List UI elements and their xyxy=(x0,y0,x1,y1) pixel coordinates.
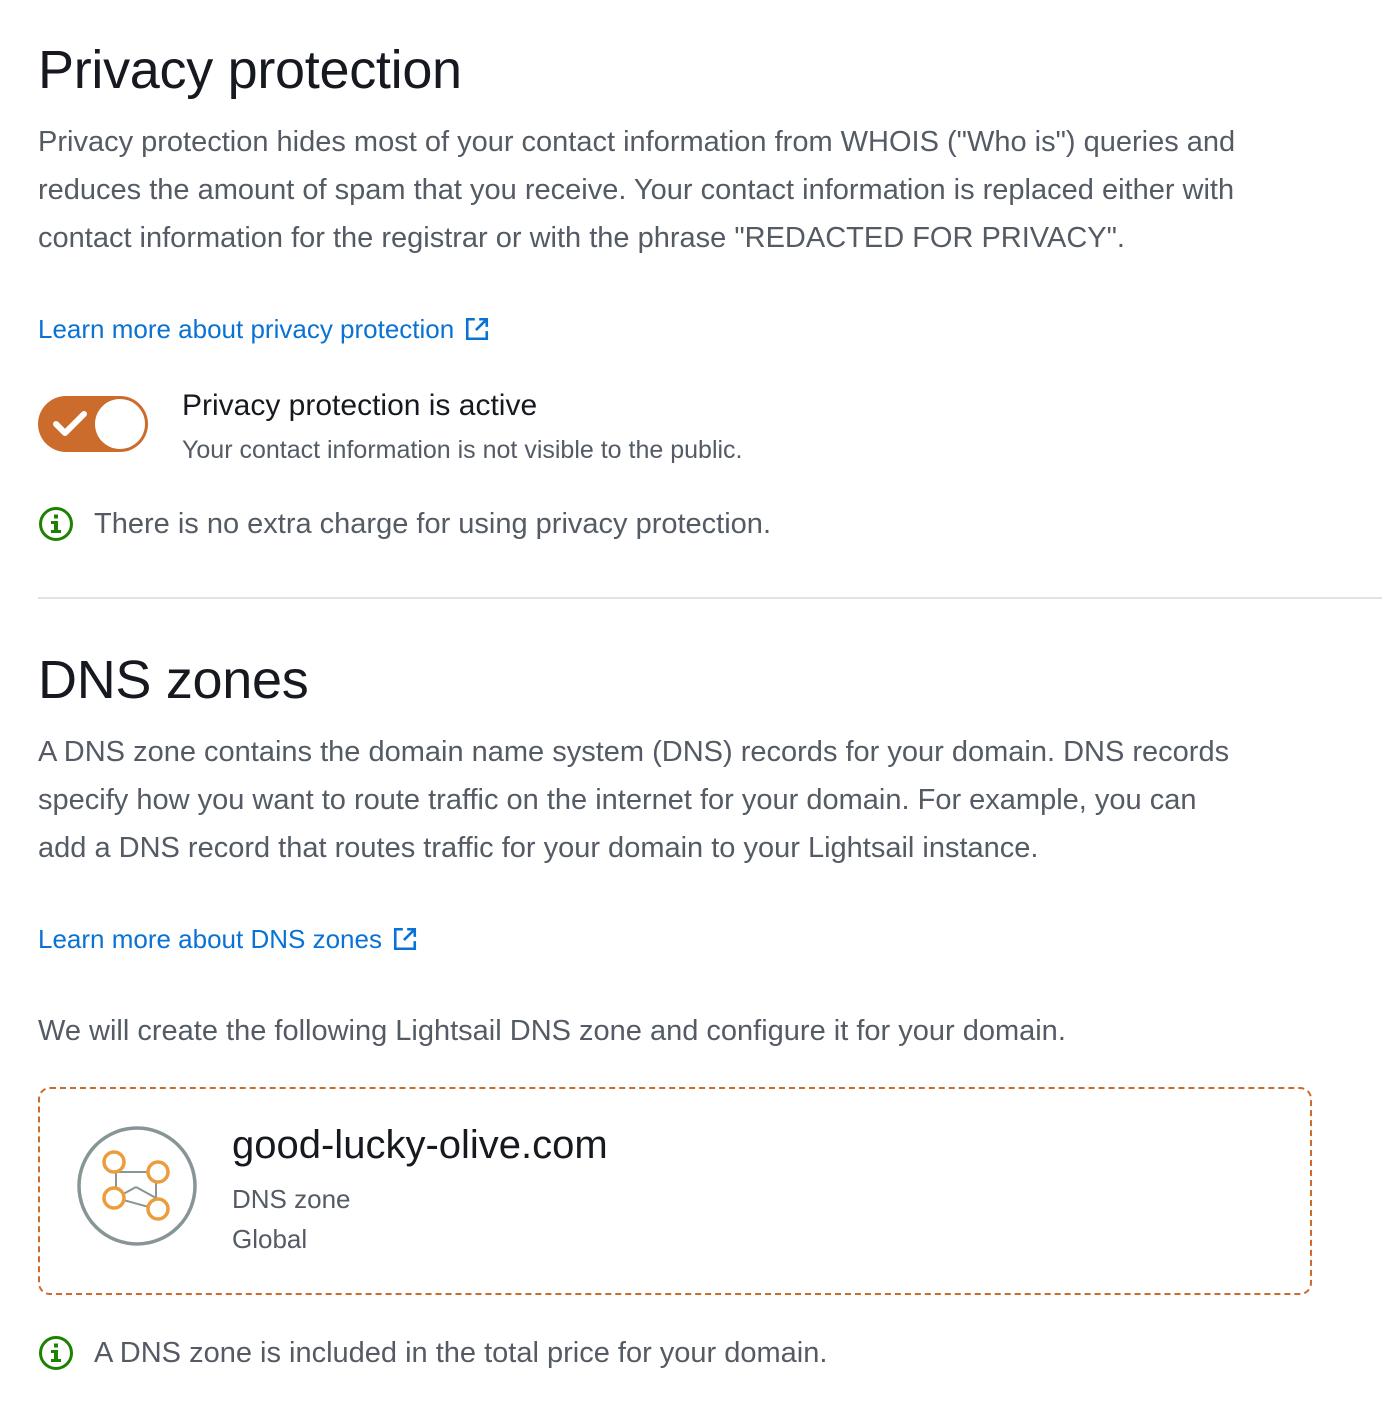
dns-zone-name: good-lucky-olive.com xyxy=(232,1123,608,1167)
privacy-section-title: Privacy protection xyxy=(38,40,462,100)
dns-zone-region: Global xyxy=(232,1224,308,1254)
dns-zone-icon xyxy=(77,1126,197,1246)
privacy-description: Privacy protection hides most of your co… xyxy=(38,126,1236,254)
dns-zone-details: good-lucky-olive.com DNS zone Global xyxy=(232,1119,608,1259)
dns-create-note: We will create the following Lightsail D… xyxy=(38,1015,1066,1047)
dns-section-title: DNS zones xyxy=(38,650,309,710)
dns-zone-card: good-lucky-olive.com DNS zone Global xyxy=(38,1087,1312,1295)
dns-learn-more-label: Learn more about DNS zones xyxy=(38,924,382,954)
privacy-learn-more-link[interactable]: Learn more about privacy protection xyxy=(38,311,490,347)
dns-learn-more-link[interactable]: Learn more about DNS zones xyxy=(38,921,418,957)
privacy-toggle-text: Privacy protection is active Your contac… xyxy=(182,386,743,468)
dns-zone-type: DNS zone xyxy=(232,1184,351,1214)
privacy-info-note: There is no extra charge for using priva… xyxy=(38,506,771,542)
info-icon xyxy=(39,507,73,541)
privacy-toggle-sublabel: Your contact information is not visible … xyxy=(182,436,743,464)
checkmark-icon xyxy=(53,411,87,436)
privacy-info-text: There is no extra charge for using priva… xyxy=(94,507,771,540)
section-divider xyxy=(38,597,1382,599)
privacy-toggle-label: Privacy protection is active xyxy=(182,389,538,422)
dns-description: A DNS zone contains the domain name syst… xyxy=(38,736,1230,864)
dns-info-text: A DNS zone is included in the total pric… xyxy=(94,1336,828,1369)
dns-info-note: A DNS zone is included in the total pric… xyxy=(38,1335,827,1371)
privacy-toggle-row: Privacy protection is active Your contac… xyxy=(38,386,743,468)
external-link-icon xyxy=(466,317,489,341)
privacy-toggle[interactable] xyxy=(38,396,148,452)
toggle-knob xyxy=(95,399,145,449)
info-icon xyxy=(39,1336,73,1370)
privacy-learn-more-label: Learn more about privacy protection xyxy=(38,314,455,344)
external-link-icon xyxy=(393,927,417,951)
